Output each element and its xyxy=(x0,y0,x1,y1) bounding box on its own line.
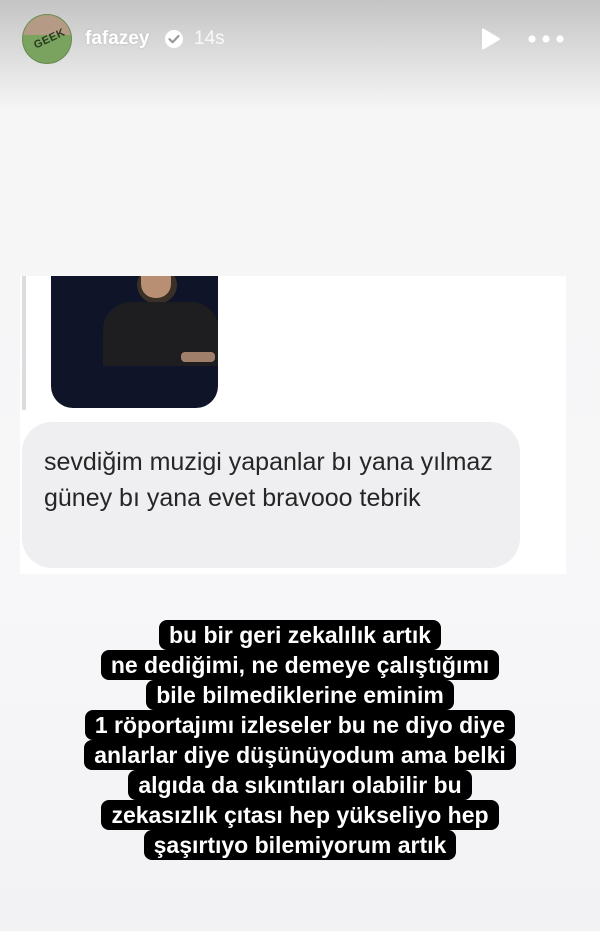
caption-line: anlarlar diye düşünüyodum ama belki xyxy=(84,740,516,770)
story-header: GEEK fafazey 14s xyxy=(0,0,600,80)
story-caption: bu bir geri zekalılık artık ne dediğimi,… xyxy=(0,620,600,860)
verified-badge-icon xyxy=(165,30,183,48)
photo-person-arm xyxy=(181,352,215,362)
caption-line: ne dediğimi, ne demeye çalıştığımı xyxy=(100,650,500,680)
reply-quote-bar xyxy=(22,276,26,410)
caption-line: şaşırtıyo bilemiyorum artık xyxy=(143,830,457,860)
message-text: sevdiğim muzigi yapanlar bı yana yılmaz … xyxy=(44,448,493,512)
caption-line: bile bilmediklerine eminim xyxy=(146,680,454,710)
caption-line: zekasızlık çıtası hep yükseliyo hep xyxy=(101,800,499,830)
caption-line: algıda da sıkıntıları olabilir bu xyxy=(128,770,472,800)
shared-photo xyxy=(51,276,218,408)
time-ago: 14s xyxy=(194,28,225,49)
caption-line: 1 röportajımı izleseler bu ne diyo diye xyxy=(84,710,516,740)
more-dots-icon[interactable] xyxy=(528,35,564,43)
username[interactable]: fafazey xyxy=(85,28,149,50)
play-icon[interactable] xyxy=(478,27,502,51)
avatar[interactable]: GEEK xyxy=(22,14,72,64)
message-bubble: sevdiğim muzigi yapanlar bı yana yılmaz … xyxy=(22,422,520,568)
caption-line: bu bir geri zekalılık artık xyxy=(158,620,442,650)
shared-screenshot: sevdiğim muzigi yapanlar bı yana yılmaz … xyxy=(20,276,566,574)
